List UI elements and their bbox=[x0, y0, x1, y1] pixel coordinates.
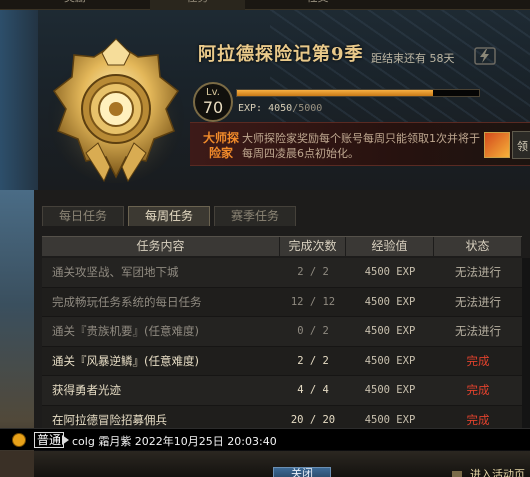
task-status: 完成 bbox=[466, 353, 490, 368]
table-row[interactable]: 通关攻坚战、军团地下城 2 / 2 4500 EXP 无法进行 bbox=[42, 258, 522, 288]
header-status: 状态 bbox=[434, 237, 522, 256]
task-status: 无法进行 bbox=[455, 324, 501, 339]
chat-emote-icon[interactable] bbox=[12, 433, 26, 447]
task-count: 0 / 2 bbox=[297, 325, 329, 338]
task-exp: 4500 EXP bbox=[364, 384, 416, 397]
exp-readout: EXP: 4050/5000 bbox=[238, 103, 322, 114]
task-name: 在阿拉德冒险招募佣兵 bbox=[52, 412, 167, 427]
tab-rewards[interactable]: 奖励 bbox=[0, 0, 150, 10]
chat-bar: 普通 colg 霜月紫 2022年10月25日 20:03:40 bbox=[0, 428, 530, 450]
rank-info-box: 大师探险家 大师探险家奖励每个账号每周只能领取1次并将于每周四凌晨6点初始化。 … bbox=[190, 122, 530, 166]
task-status: 完成 bbox=[466, 412, 490, 427]
rank-title: 大师探险家 bbox=[202, 131, 239, 160]
reward-book-icon[interactable] bbox=[484, 132, 510, 158]
close-button[interactable]: 关闭 bbox=[273, 467, 331, 477]
event-icon bbox=[452, 470, 462, 477]
season-title: 阿拉德探险记第9季 bbox=[198, 44, 364, 65]
task-name: 获得勇者光迹 bbox=[52, 383, 121, 398]
table-row[interactable]: 完成畅玩任务系统的每日任务 12 / 12 4500 EXP 无法进行 bbox=[42, 287, 522, 317]
task-table-header: 任务内容 完成次数 经验值 状态 bbox=[42, 236, 522, 256]
rank-description: 大师探险家奖励每个账号每周只能领取1次并将于每周四凌晨6点初始化。 bbox=[242, 132, 480, 160]
header-exp: 经验值 bbox=[346, 237, 434, 256]
chat-channel-select[interactable]: 普通 bbox=[34, 432, 65, 448]
task-status: 无法进行 bbox=[455, 294, 501, 309]
task-subtabs: 每日任务 每周任务 赛季任务 bbox=[42, 206, 300, 228]
task-count: 2 / 2 bbox=[297, 266, 329, 279]
table-row[interactable]: 通关『贵族机要』(任意难度) 0 / 2 4500 EXP 无法进行 bbox=[42, 317, 522, 347]
tab-tasks[interactable]: 任务 bbox=[150, 0, 245, 10]
task-count: 2 / 2 bbox=[297, 354, 329, 367]
task-exp: 4500 EXP bbox=[364, 266, 416, 279]
exp-progress-fill bbox=[237, 90, 434, 96]
master-explorer-emblem-icon bbox=[48, 38, 184, 183]
table-row[interactable]: 获得勇者光迹 4 / 4 4500 EXP 完成 bbox=[42, 376, 522, 406]
task-name: 完成畅玩任务系统的每日任务 bbox=[52, 294, 202, 309]
task-name: 通关攻坚战、军团地下城 bbox=[52, 265, 179, 280]
task-exp: 4500 EXP bbox=[364, 354, 416, 367]
subtab-daily[interactable]: 每日任务 bbox=[42, 206, 125, 226]
task-count: 4 / 4 bbox=[297, 384, 329, 397]
header-task: 任务内容 bbox=[42, 237, 280, 256]
enter-event-link[interactable]: 进入活动页 bbox=[452, 466, 525, 477]
tab-social[interactable]: 社交 bbox=[245, 0, 390, 10]
task-count: 12 / 12 bbox=[290, 295, 336, 308]
tab-tasks-label: 任务 bbox=[187, 0, 209, 4]
subtab-weekly[interactable]: 每周任务 bbox=[128, 206, 211, 226]
chat-arrow-icon bbox=[62, 435, 69, 445]
lightning-icon[interactable] bbox=[474, 47, 496, 65]
enter-event-label: 进入活动页 bbox=[470, 468, 525, 477]
task-exp: 4500 EXP bbox=[364, 325, 416, 338]
level-value: 70 bbox=[202, 98, 224, 117]
season-countdown: 距结束还有 58天 bbox=[371, 50, 455, 66]
tab-rewards-label: 奖励 bbox=[64, 0, 86, 4]
task-name: 通关『风暴逆鳞』(任意难度) bbox=[52, 353, 199, 368]
task-exp: 4500 EXP bbox=[364, 295, 416, 308]
bottom-left-decoration bbox=[0, 451, 34, 477]
task-name: 通关『贵族机要』(任意难度) bbox=[52, 324, 199, 339]
exp-label: EXP: bbox=[238, 103, 263, 114]
table-scrollbar[interactable] bbox=[522, 258, 530, 430]
chat-input[interactable]: colg 霜月紫 2022年10月25日 20:03:40 bbox=[72, 433, 277, 449]
level-badge: Lv. 70 bbox=[193, 82, 233, 122]
countdown-prefix: 距结束还有 bbox=[371, 52, 426, 65]
task-table-body: 通关攻坚战、军团地下城 2 / 2 4500 EXP 无法进行 完成畅玩任务系统… bbox=[42, 258, 522, 435]
header-count: 完成次数 bbox=[280, 237, 346, 256]
exp-current: 4050 bbox=[268, 103, 293, 114]
exp-max: /5000 bbox=[292, 103, 323, 114]
countdown-value: 58天 bbox=[429, 52, 455, 65]
task-status: 完成 bbox=[466, 383, 490, 398]
task-exp: 4500 EXP bbox=[364, 413, 416, 426]
exp-progress-bar bbox=[236, 89, 480, 97]
subtab-season[interactable]: 赛季任务 bbox=[214, 206, 297, 226]
bottom-strip: 关闭 进入活动页 bbox=[0, 451, 530, 477]
top-tab-bar: 奖励 任务 社交 bbox=[0, 0, 530, 10]
table-row[interactable]: 通关『风暴逆鳞』(任意难度) 2 / 2 4500 EXP 完成 bbox=[42, 346, 522, 376]
tab-social-label: 社交 bbox=[307, 0, 329, 4]
task-status: 无法进行 bbox=[455, 265, 501, 280]
claim-button[interactable]: 领 bbox=[512, 131, 530, 159]
task-count: 20 / 20 bbox=[290, 413, 336, 426]
